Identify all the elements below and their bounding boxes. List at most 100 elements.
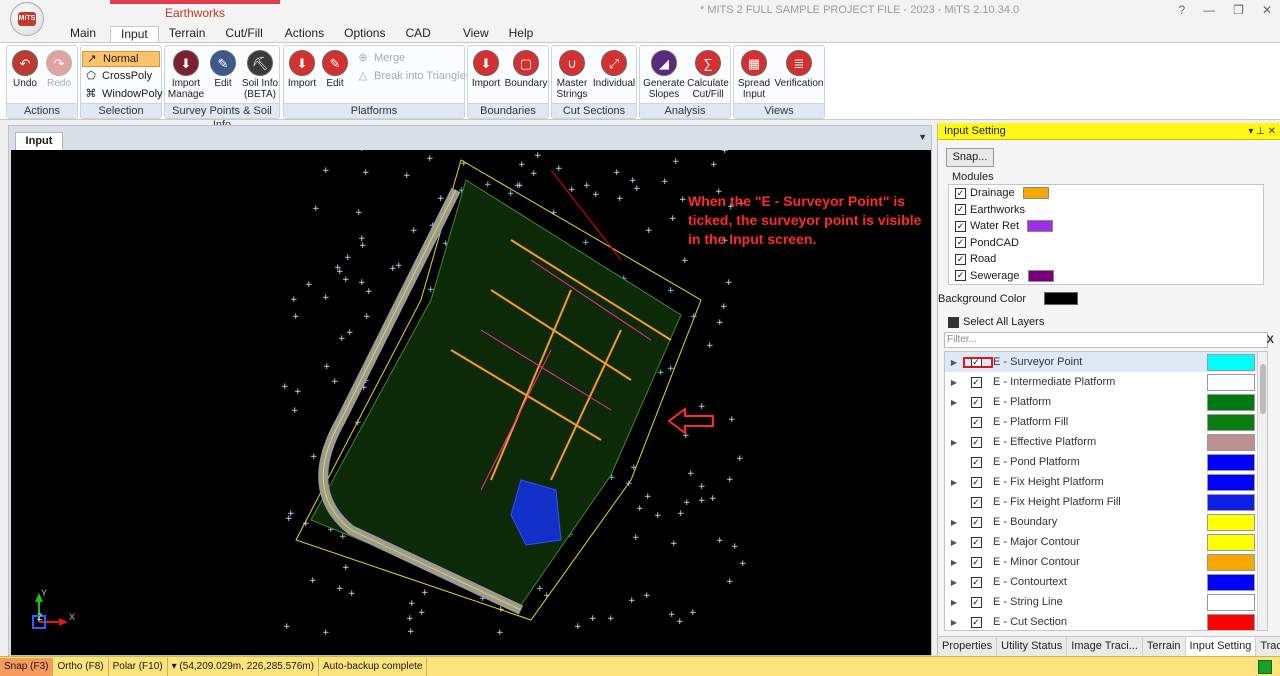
minimize-icon[interactable]: — (1203, 3, 1215, 17)
layer-row[interactable]: ✓ E - Pond Platform (945, 452, 1267, 472)
tab-input[interactable]: Input (110, 26, 159, 42)
layer-color-swatch[interactable] (1207, 573, 1255, 591)
module-checkbox[interactable]: ✓ (955, 237, 966, 249)
panel-tab-properties[interactable]: Properties (938, 637, 998, 656)
module-earthworks[interactable]: ✓ Earthworks (949, 202, 1263, 219)
polar-toggle[interactable]: Polar (F10) (109, 657, 168, 676)
layer-row[interactable]: ▶ ✓ E - Major Contour (945, 532, 1267, 552)
expand-arrow-icon[interactable]: ▶ (945, 598, 963, 607)
layer-row[interactable]: ▶ ✓ E - Intermediate Platform (945, 372, 1267, 392)
import-manage-button[interactable]: ⬇ Import Manage (167, 50, 205, 100)
layer-row[interactable]: ▶ ✓ E - Cut Section (945, 612, 1267, 630)
expand-arrow-icon[interactable]: ▶ (945, 378, 963, 387)
panel-tab-terrain[interactable]: Terrain (1143, 637, 1186, 656)
layer-color-swatch[interactable] (1207, 453, 1255, 471)
undo-button[interactable]: ↶ Undo (9, 50, 41, 89)
layer-row[interactable]: ▶ ✓ E - Boundary (945, 512, 1267, 532)
calculate-cut-fill-button[interactable]: ∑ Calculate Cut/Fill (686, 50, 730, 100)
generate-slopes-button[interactable]: ◢ Generate Slopes (642, 50, 686, 100)
layer-color-swatch[interactable] (1207, 553, 1255, 571)
layer-checkbox[interactable]: ✓ (970, 596, 982, 608)
layer-checkbox[interactable]: ✓ (970, 576, 982, 588)
layer-row[interactable]: ▶ ✓ E - Contourtext (945, 572, 1267, 592)
tab-view[interactable]: View (453, 26, 499, 42)
platform-import-button[interactable]: ⬇ Import (286, 50, 318, 89)
layer-color-swatch[interactable] (1207, 533, 1255, 551)
soil-info-button[interactable]: ⛏ Soil Info (BETA) (241, 50, 279, 100)
module-sewerage[interactable]: ✓ Sewerage (949, 268, 1263, 285)
layer-checkbox[interactable]: ✓ (970, 436, 982, 448)
normal-selection-button[interactable]: ↗ Normal (82, 51, 160, 67)
module-checkbox[interactable]: ✓ (955, 253, 966, 265)
expand-arrow-icon[interactable]: ▶ (945, 358, 963, 367)
layer-checkbox[interactable]: ✓ (970, 476, 982, 488)
layer-filter-input[interactable]: Filter... (944, 332, 1268, 348)
module-water-ret[interactable]: ✓ Water Ret (949, 218, 1263, 235)
restore-icon[interactable]: ❐ (1233, 3, 1244, 17)
document-menu-icon[interactable]: ▼ (918, 132, 927, 142)
layer-checkbox[interactable]: ✓ (970, 616, 982, 628)
layer-checkbox[interactable]: ✓ (970, 556, 982, 568)
layer-row[interactable]: ▶ ✓ E - Effective Platform (945, 432, 1267, 452)
expand-arrow-icon[interactable]: ▶ (945, 398, 963, 407)
panel-controls[interactable]: ▾ ⊥ ✕ (1248, 123, 1276, 140)
layer-color-swatch[interactable] (1207, 393, 1255, 411)
module-checkbox[interactable]: ✓ (955, 220, 966, 232)
tab-cut-fill[interactable]: Cut/Fill (215, 26, 272, 42)
module-road[interactable]: ✓ Road (949, 251, 1263, 268)
boundary-button[interactable]: ▢ Boundary (504, 50, 548, 89)
layer-color-swatch[interactable] (1207, 413, 1255, 431)
layer-color-swatch[interactable] (1207, 613, 1255, 630)
help-icon[interactable]: ? (1178, 3, 1185, 17)
layer-row[interactable]: ✓ E - Fix Height Platform Fill (945, 492, 1267, 512)
module-drainage[interactable]: ✓ Drainage (949, 185, 1263, 202)
layer-color-swatch[interactable] (1207, 513, 1255, 531)
layer-row[interactable]: ▶ ✓ E - Fix Height Platform (945, 472, 1267, 492)
layer-checkbox[interactable]: ✓ (970, 536, 982, 548)
expand-arrow-icon[interactable]: ▶ (945, 438, 963, 447)
tab-terrain[interactable]: Terrain (159, 26, 216, 42)
tab-actions[interactable]: Actions (275, 26, 334, 42)
panel-tab-utility-status[interactable]: Utility Status (997, 637, 1068, 656)
module-checkbox[interactable]: ✓ (955, 204, 966, 216)
scroll-thumb[interactable] (1260, 364, 1266, 414)
expand-arrow-icon[interactable]: ▶ (945, 578, 963, 587)
crosspoly-button[interactable]: ⬠ CrossPoly (82, 69, 152, 85)
expand-arrow-icon[interactable]: ▶ (945, 538, 963, 547)
layer-checkbox[interactable]: ✓ (970, 516, 982, 528)
layer-list-scrollbar[interactable] (1257, 352, 1267, 630)
module-checkbox[interactable]: ✓ (955, 187, 966, 199)
panel-tab-input-setting[interactable]: Input Setting (1185, 637, 1257, 656)
merge-button[interactable]: ⊕ Merge (354, 51, 405, 67)
tab-main[interactable]: Main (60, 26, 106, 42)
expand-arrow-icon[interactable]: ▶ (945, 518, 963, 527)
module-checkbox[interactable]: ✓ (955, 270, 966, 282)
verification-button[interactable]: ≣ Verification (774, 50, 824, 89)
layer-checkbox[interactable]: ✓ (970, 396, 982, 408)
select-all-checkbox[interactable] (948, 316, 959, 328)
snap-button[interactable]: Snap... (946, 148, 994, 167)
layer-row[interactable]: ✓ E - Platform Fill (945, 412, 1267, 432)
layer-row[interactable]: ▶ ✓ E - String Line (945, 592, 1267, 612)
background-color-swatch[interactable] (1044, 292, 1078, 305)
layer-checkbox[interactable]: ✓ (970, 356, 982, 368)
layer-color-swatch[interactable] (1207, 373, 1255, 391)
tab-cad[interactable]: CAD (395, 26, 440, 42)
redo-button[interactable]: ↷ Redo (43, 50, 75, 89)
tab-help[interactable]: Help (499, 26, 544, 42)
ortho-toggle[interactable]: Ortho (F8) (53, 657, 109, 676)
layer-checkbox[interactable]: ✓ (970, 456, 982, 468)
layer-color-swatch[interactable] (1207, 473, 1255, 491)
layer-color-swatch[interactable] (1207, 493, 1255, 511)
panel-tab-image-traci[interactable]: Image Traci... (1067, 637, 1143, 656)
document-tab-input[interactable]: Input (15, 132, 63, 150)
platform-edit-button[interactable]: ✎ Edit (320, 50, 350, 89)
break-triangles-button[interactable]: △ Break into Triangles (354, 69, 471, 85)
layer-checkbox[interactable]: ✓ (970, 376, 982, 388)
module-color-swatch[interactable] (1027, 269, 1054, 282)
survey-edit-button[interactable]: ✎ Edit (207, 50, 239, 89)
layer-checkbox[interactable]: ✓ (970, 496, 982, 508)
expand-arrow-icon[interactable]: ▶ (945, 478, 963, 487)
layer-row[interactable]: ▶ ✓ E - Platform (945, 392, 1267, 412)
master-strings-button[interactable]: ∪ Master Strings (554, 50, 590, 100)
